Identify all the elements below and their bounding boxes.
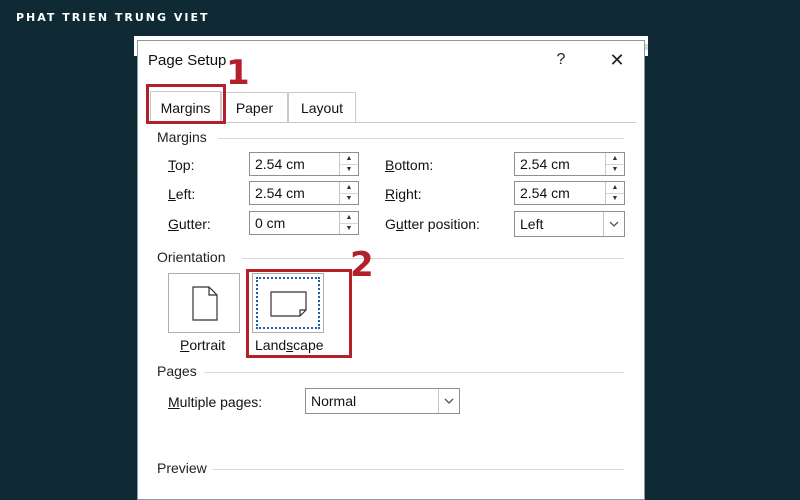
step-2-annotation: 2 xyxy=(350,245,374,285)
page-setup-dialog: Page Setup ? ✕ 1 Margins Paper Layout Ma… xyxy=(137,40,645,500)
preview-section-title: Preview xyxy=(157,460,207,476)
multiple-pages-select[interactable]: Normal xyxy=(305,388,460,414)
right-margin-label: Right: xyxy=(385,186,422,202)
bottom-margin-label: Bottom: xyxy=(385,157,434,173)
section-divider xyxy=(242,258,624,259)
spin-down-icon[interactable]: ▼ xyxy=(606,164,624,175)
chevron-down-icon[interactable] xyxy=(438,389,459,413)
orientation-section-title: Orientation xyxy=(157,249,226,265)
spin-down-icon[interactable]: ▼ xyxy=(340,193,358,204)
spin-down-icon[interactable]: ▼ xyxy=(340,223,358,234)
spin-down-icon[interactable]: ▼ xyxy=(340,164,358,175)
pages-section-title: Pages xyxy=(157,363,197,379)
dialog-title: Page Setup xyxy=(148,52,227,69)
left-margin-value: 2.54 cm xyxy=(255,185,305,201)
gutter-value: 0 cm xyxy=(255,215,286,231)
chevron-down-icon[interactable] xyxy=(603,212,624,236)
spin-down-icon[interactable]: ▼ xyxy=(606,193,624,204)
tab-layout[interactable]: Layout xyxy=(288,92,356,122)
right-margin-stepper[interactable]: 2.54 cm ▲ ▼ xyxy=(514,181,625,205)
margins-tab-highlight xyxy=(146,84,226,124)
help-button[interactable]: ? xyxy=(550,49,572,71)
bottom-margin-value: 2.54 cm xyxy=(520,156,570,172)
multiple-pages-value: Normal xyxy=(311,393,357,409)
brand-watermark: PHAT TRIEN TRUNG VIET xyxy=(16,11,210,24)
gutter-position-value: Left xyxy=(520,216,544,232)
section-divider xyxy=(204,372,624,373)
tab-paper[interactable]: Paper xyxy=(221,92,288,122)
landscape-highlight xyxy=(246,269,352,358)
bottom-margin-stepper[interactable]: 2.54 cm ▲ ▼ xyxy=(514,152,625,176)
gutter-position-select[interactable]: Left xyxy=(514,211,625,237)
step-1-annotation: 1 xyxy=(226,53,250,93)
right-margin-value: 2.54 cm xyxy=(520,185,570,201)
gutter-stepper[interactable]: 0 cm ▲ ▼ xyxy=(249,211,359,235)
margins-section-title: Margins xyxy=(157,129,207,145)
multiple-pages-label: Multiple pages: xyxy=(168,394,263,410)
left-margin-label: Left: xyxy=(168,186,196,202)
section-divider xyxy=(218,138,624,139)
portrait-page-icon xyxy=(192,286,218,321)
top-margin-value: 2.54 cm xyxy=(255,156,305,172)
top-margin-label: Top: xyxy=(168,157,195,173)
portrait-label: Portrait xyxy=(180,337,226,353)
section-divider xyxy=(212,469,624,470)
gutter-position-label: Gutter position: xyxy=(385,216,480,232)
gutter-label: Gutter: xyxy=(168,216,211,232)
left-margin-stepper[interactable]: 2.54 cm ▲ ▼ xyxy=(249,181,359,205)
portrait-button[interactable] xyxy=(168,273,240,333)
top-margin-stepper[interactable]: 2.54 cm ▲ ▼ xyxy=(249,152,359,176)
close-button[interactable]: ✕ xyxy=(604,47,630,73)
